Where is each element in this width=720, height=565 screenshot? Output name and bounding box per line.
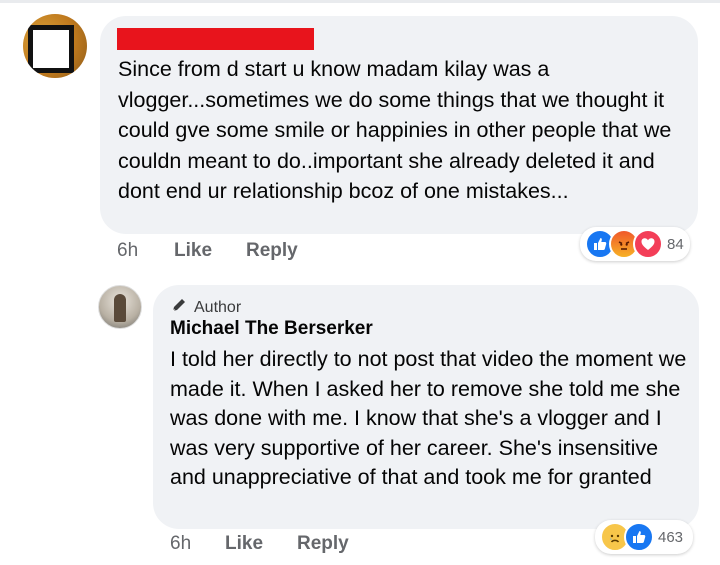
redacted-commenter-name: [117, 28, 314, 50]
reply-timestamp[interactable]: 6h: [170, 533, 191, 555]
reply-text: I told her directly to not post that vid…: [170, 347, 687, 489]
author-badge: Author: [170, 296, 241, 319]
comment-text: Since from d start u know madam kilay wa…: [118, 57, 672, 203]
like-icon: [624, 522, 654, 552]
comment-reaction-count: 84: [667, 235, 684, 253]
avatar-photo-figure: [114, 294, 126, 322]
reply-like-button[interactable]: Like: [225, 533, 263, 555]
reply-reactions-row[interactable]: 463: [600, 522, 683, 552]
reply-reaction-count: 463: [658, 528, 684, 546]
comment-timestamp[interactable]: 6h: [117, 240, 138, 262]
author-badge-label: Author: [194, 298, 242, 316]
commenter-avatar[interactable]: [23, 14, 87, 78]
love-icon: [633, 229, 663, 259]
avatar-censor-box: [28, 25, 74, 73]
comment-reply-button[interactable]: Reply: [246, 240, 298, 262]
reply-author-avatar[interactable]: [98, 285, 142, 329]
pencil-icon: [170, 296, 188, 319]
reply-reply-button[interactable]: Reply: [297, 533, 349, 555]
comment-like-button[interactable]: Like: [174, 240, 212, 262]
top-divider: [0, 0, 720, 3]
reply-author-name[interactable]: Michael The Berserker: [170, 318, 373, 340]
comment-reactions-row[interactable]: 84: [585, 229, 684, 259]
